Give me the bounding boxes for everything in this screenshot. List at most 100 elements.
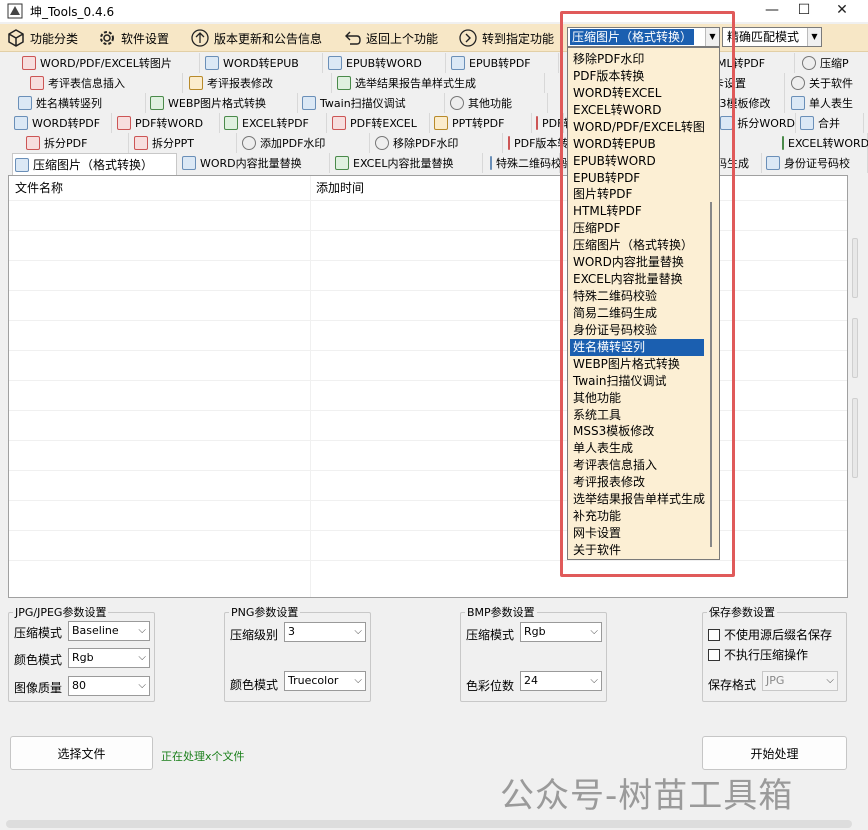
panel-side-handle[interactable] xyxy=(852,318,858,378)
jpg-compress-mode-select[interactable]: Baseline ⌵ xyxy=(68,621,150,641)
tab-item[interactable]: Twain扫描仪调试 xyxy=(300,93,445,113)
tab-item[interactable]: EPUB转PDF xyxy=(449,53,559,73)
chevron-down-icon: ⌵ xyxy=(354,626,362,637)
tab-label: 移除PDF水印 xyxy=(393,137,459,150)
image-icon xyxy=(150,96,164,110)
no-suffix-checkbox[interactable]: 不使用源后缀名保存 xyxy=(708,626,832,643)
tab-item[interactable]: WORD/PDF/EXCEL转图片 xyxy=(20,53,200,73)
info-icon xyxy=(791,76,805,90)
arrow-right-circle-icon xyxy=(459,29,477,47)
column-header-filename[interactable]: 文件名称 xyxy=(9,176,63,200)
tab-label: EXCEL转WORD xyxy=(788,137,868,150)
watermark-icon xyxy=(242,136,256,150)
tab-label: WORD/PDF/EXCEL转图片 xyxy=(40,57,172,70)
chevron-down-icon[interactable]: ▼ xyxy=(807,28,821,46)
close-button[interactable]: ✕ xyxy=(827,0,857,22)
gear-icon xyxy=(100,31,114,45)
tab-item[interactable]: WORD转PDF xyxy=(12,113,112,133)
tab-label: 身份证号码校 xyxy=(784,157,850,170)
tab-item[interactable]: 添加PDF水印 xyxy=(240,133,370,153)
tab-item[interactable]: 考评报表修改 xyxy=(187,73,332,93)
updates-notice-label: 版本更新和公告信息 xyxy=(214,31,323,46)
jpg-color-mode-select[interactable]: Rgb ⌵ xyxy=(68,648,150,668)
png-color-mode-select[interactable]: Truecolor ⌵ xyxy=(284,671,366,691)
software-settings-button[interactable]: 软件设置 xyxy=(97,26,169,50)
bmp-compress-mode-select[interactable]: Rgb ⌵ xyxy=(520,622,602,642)
checkbox-box[interactable] xyxy=(708,648,720,661)
tab-row-2: 考评表信息插入 考评报表修改 选举结果报告单样式生成 网卡设置 关于软件 xyxy=(0,73,868,93)
document-icon xyxy=(508,136,510,150)
settings-icon xyxy=(802,56,816,70)
panel-side-handle[interactable] xyxy=(852,238,858,298)
tab-item[interactable]: 拆分PPT xyxy=(132,133,237,153)
back-label: 返回上个功能 xyxy=(366,31,439,46)
tab-item[interactable]: 考评表信息插入 xyxy=(28,73,183,93)
tab-item[interactable]: 姓名横转竖列 xyxy=(16,93,146,113)
spreadsheet-icon xyxy=(224,116,238,130)
panel-side-handle[interactable] xyxy=(852,398,858,478)
tab-item[interactable]: 其他功能 xyxy=(448,93,548,113)
tab-label: PDF转WORD xyxy=(135,117,204,130)
tab-item[interactable]: PPT转PDF xyxy=(432,113,532,133)
back-button[interactable]: 返回上个功能 xyxy=(342,26,438,50)
tab-item[interactable]: 单人表生 xyxy=(789,93,868,113)
tab-item[interactable]: 拆分PDF xyxy=(24,133,129,153)
tab-label: EXCEL内容批量替换 xyxy=(353,157,454,170)
chevron-down-icon: ⌵ xyxy=(826,675,834,686)
tab-item[interactable]: 关于软件 xyxy=(789,73,868,93)
bmp-bit-depth-select[interactable]: 24 ⌵ xyxy=(520,671,602,691)
match-mode-combo[interactable]: 精确匹配模式 ▼ xyxy=(722,27,822,47)
tab-item[interactable]: EXCEL内容批量替换 xyxy=(333,153,483,173)
tab-item[interactable]: EPUB转WORD xyxy=(326,53,446,73)
start-processing-button[interactable]: 开始处理 xyxy=(702,736,847,770)
tab-item[interactable]: WEBP图片格式转换 xyxy=(148,93,298,113)
goto-function-button[interactable]: 转到指定功能 xyxy=(458,26,554,50)
document-icon xyxy=(451,56,465,70)
document-icon xyxy=(328,56,342,70)
save-settings-title: 保存参数设置 xyxy=(709,606,775,619)
updates-notice-button[interactable]: 版本更新和公告信息 xyxy=(190,26,322,50)
title-bar: 坤_Tools_0.4.6 — ☐ ✕ xyxy=(0,0,868,22)
tab-label: 添加PDF水印 xyxy=(260,137,326,150)
tab-item[interactable]: EXCEL转PDF xyxy=(222,113,327,133)
bmp-compress-mode-label: 压缩模式 xyxy=(466,628,515,642)
tab-row-6: 压缩图片（格式转换） WORD内容批量替换 EXCEL内容批量替换 特殊二维码校… xyxy=(0,153,868,175)
save-format-select[interactable]: JPG ⌵ xyxy=(762,671,838,691)
tab-item[interactable]: PDF转EXCEL xyxy=(330,113,430,133)
tab-label: 拆分PPT xyxy=(152,137,194,150)
document-icon xyxy=(30,76,44,90)
tab-item[interactable]: 选举结果报告单样式生成 xyxy=(335,73,545,93)
tab-item[interactable]: WORD转EPUB xyxy=(203,53,323,73)
tab-item[interactable]: PDF版本转换 xyxy=(506,133,579,153)
tab-item[interactable]: EXCEL转WORD xyxy=(780,133,868,153)
qrcode-icon xyxy=(490,156,492,170)
document-icon xyxy=(117,116,131,130)
tab-row-5: 拆分PDF 拆分PPT 添加PDF水印 移除PDF水印 PDF版本转换 EXCE… xyxy=(0,133,868,153)
tab-item[interactable]: 移除PDF水印 xyxy=(373,133,503,153)
horizontal-scrollbar[interactable] xyxy=(6,820,852,828)
tab-item[interactable]: PDF转WORD xyxy=(115,113,220,133)
document-icon xyxy=(14,116,28,130)
tab-item[interactable]: 身份证号码校 xyxy=(764,153,868,173)
tab-label: 单人表生 xyxy=(809,97,853,110)
tab-label: WORD转EPUB xyxy=(223,57,299,70)
function-category-button[interactable]: 功能分类 xyxy=(6,26,78,50)
tab-item[interactable]: 特殊二维码校验 xyxy=(488,153,573,173)
arrow-up-circle-icon xyxy=(191,29,209,47)
maximize-button[interactable]: ☐ xyxy=(789,0,819,22)
chevron-down-icon: ⌵ xyxy=(590,675,598,686)
column-header-time[interactable]: 添加时间 xyxy=(310,176,364,200)
tab-item[interactable]: 合并 xyxy=(798,113,864,133)
no-compress-checkbox[interactable]: 不执行压缩操作 xyxy=(708,646,808,663)
select-file-button[interactable]: 选择文件 xyxy=(10,736,153,770)
minimize-button[interactable]: — xyxy=(757,0,787,22)
chevron-down-icon: ⌵ xyxy=(138,625,146,636)
tab-compress-image[interactable]: 压缩图片（格式转换） xyxy=(12,153,177,175)
checkbox-box[interactable] xyxy=(708,628,720,641)
png-level-select[interactable]: 3 ⌵ xyxy=(284,622,366,642)
tab-item[interactable]: WORD内容批量替换 xyxy=(180,153,330,173)
jpg-quality-select[interactable]: 80 ⌵ xyxy=(68,676,150,696)
document-icon xyxy=(536,116,538,130)
tab-item[interactable]: 压缩P xyxy=(800,53,868,73)
merge-icon xyxy=(800,116,814,130)
